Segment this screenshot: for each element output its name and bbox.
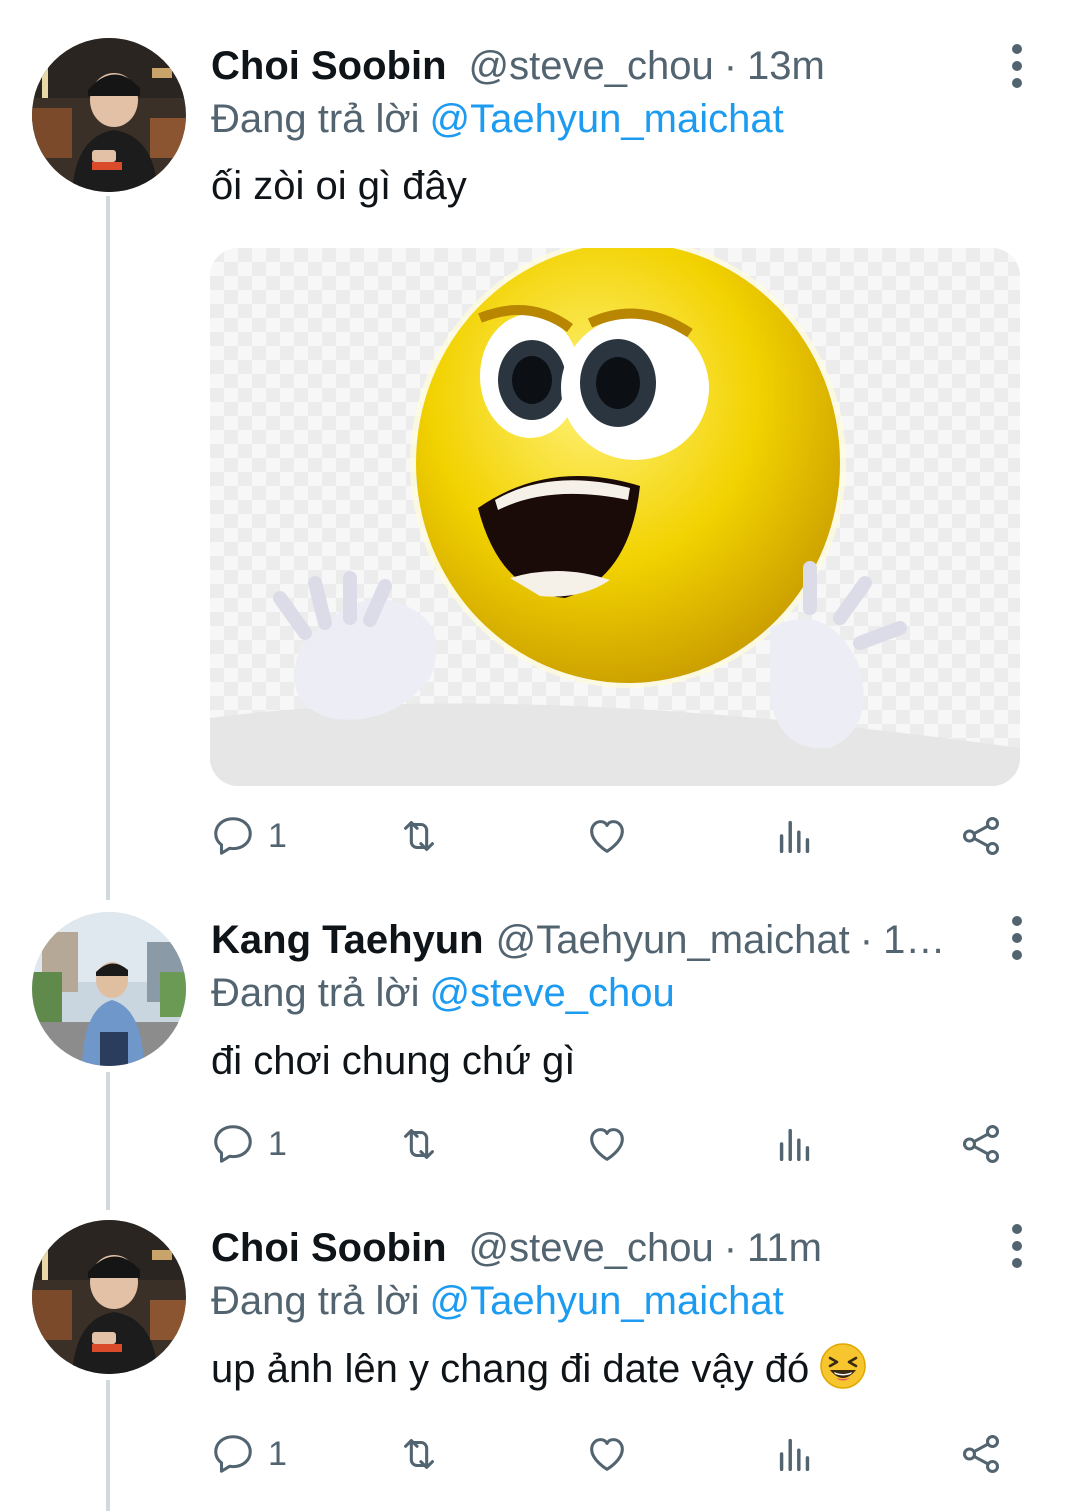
more-vertical-icon[interactable] bbox=[1000, 1216, 1034, 1276]
tweet-header: Kang Taehyun @Taehyun_maichat · 1… bbox=[211, 914, 980, 966]
heart-icon bbox=[590, 1128, 624, 1161]
separator: · bbox=[723, 44, 738, 88]
separator: · bbox=[859, 918, 874, 962]
reply-button[interactable]: 1 bbox=[210, 806, 287, 866]
tweet-text-row: up ảnh lên y chang đi date vậy đó bbox=[211, 1342, 867, 1395]
tweet-header: Choi Soobin @steve_chou · 11m bbox=[211, 1222, 980, 1274]
analytics-icon bbox=[779, 820, 810, 854]
author-name[interactable]: Kang Taehyun bbox=[211, 914, 484, 966]
timestamp[interactable]: 11m bbox=[747, 1222, 822, 1274]
like-button[interactable] bbox=[584, 806, 630, 866]
retweet-icon bbox=[404, 821, 434, 851]
tweet-header: Choi Soobin @steve_chou · 13m bbox=[211, 40, 980, 92]
heart-icon bbox=[590, 1438, 624, 1471]
reply-button[interactable]: 1 bbox=[210, 1114, 287, 1174]
tweet-text: đi chơi chung chứ gì bbox=[211, 1039, 576, 1083]
tweet-actions: 1 bbox=[210, 1424, 1020, 1484]
tweet-actions: 1 bbox=[210, 806, 1020, 866]
tweet-text: ối zòi oi gì đây bbox=[211, 164, 467, 208]
analytics-icon bbox=[779, 1438, 810, 1472]
avatar[interactable] bbox=[32, 912, 186, 1066]
author-handle[interactable]: @Taehyun_maichat bbox=[496, 914, 850, 966]
views-button[interactable] bbox=[772, 1114, 818, 1174]
tweet[interactable]: Choi Soobin @steve_chou · 13m Đang trả l… bbox=[0, 0, 1080, 880]
tweet[interactable]: Choi Soobin @steve_chou · 11m Đang trả l… bbox=[0, 1192, 1080, 1511]
heart-icon bbox=[590, 820, 624, 853]
reply-icon bbox=[214, 1435, 252, 1473]
like-button[interactable] bbox=[584, 1114, 630, 1174]
share-button[interactable] bbox=[958, 806, 1004, 866]
share-icon bbox=[962, 817, 1000, 855]
reply-count: 1 bbox=[268, 1124, 287, 1163]
reply-count: 1 bbox=[268, 1434, 287, 1473]
reply-icon bbox=[214, 817, 252, 855]
avatar[interactable] bbox=[32, 1220, 186, 1374]
retweet-icon bbox=[404, 1439, 434, 1469]
retweet-button[interactable] bbox=[396, 1424, 442, 1484]
author-handle[interactable]: @steve_chou bbox=[469, 1222, 714, 1274]
share-button[interactable] bbox=[958, 1114, 1004, 1174]
author-name[interactable]: Choi Soobin bbox=[211, 1222, 447, 1274]
retweet-button[interactable] bbox=[396, 806, 442, 866]
laughing-squint-emoji-icon bbox=[819, 1342, 867, 1390]
reply-count: 1 bbox=[268, 816, 287, 855]
tweet[interactable]: Kang Taehyun @Taehyun_maichat · 1… Đang … bbox=[0, 880, 1080, 1192]
timestamp[interactable]: 13m bbox=[747, 40, 825, 92]
views-button[interactable] bbox=[772, 806, 818, 866]
separator: · bbox=[723, 1226, 738, 1270]
replying-to-label: Đang trả lời bbox=[211, 971, 420, 1015]
share-icon bbox=[962, 1125, 1000, 1163]
more-vertical-icon[interactable] bbox=[1000, 36, 1034, 96]
retweet-button[interactable] bbox=[396, 1114, 442, 1174]
share-button[interactable] bbox=[958, 1424, 1004, 1484]
reply-button[interactable]: 1 bbox=[210, 1424, 287, 1484]
retweet-icon bbox=[404, 1129, 434, 1159]
author-name[interactable]: Choi Soobin bbox=[211, 40, 447, 92]
avatar[interactable] bbox=[32, 38, 186, 192]
tweet-text: up ảnh lên y chang đi date vậy đó bbox=[211, 1347, 810, 1391]
replying-to-handle[interactable]: @steve_chou bbox=[430, 971, 675, 1015]
tweet-media-image[interactable] bbox=[210, 248, 1020, 786]
analytics-icon bbox=[779, 1128, 810, 1162]
views-button[interactable] bbox=[772, 1424, 818, 1484]
reply-icon bbox=[214, 1125, 252, 1163]
author-handle[interactable]: @steve_chou bbox=[469, 40, 714, 92]
replying-to-label: Đang trả lời bbox=[211, 97, 420, 141]
replying-to-handle[interactable]: @Taehyun_maichat bbox=[430, 1279, 784, 1323]
replying-to-handle[interactable]: @Taehyun_maichat bbox=[430, 97, 784, 141]
replying-to: Đang trả lời @steve_chou bbox=[211, 967, 675, 1019]
more-vertical-icon[interactable] bbox=[1000, 908, 1034, 968]
share-icon bbox=[962, 1435, 1000, 1473]
replying-to: Đang trả lời @Taehyun_maichat bbox=[211, 93, 784, 145]
replying-to-label: Đang trả lời bbox=[211, 1279, 420, 1323]
timestamp[interactable]: 1… bbox=[883, 914, 945, 966]
replying-to: Đang trả lời @Taehyun_maichat bbox=[211, 1275, 784, 1327]
like-button[interactable] bbox=[584, 1424, 630, 1484]
tweet-actions: 1 bbox=[210, 1114, 1020, 1174]
